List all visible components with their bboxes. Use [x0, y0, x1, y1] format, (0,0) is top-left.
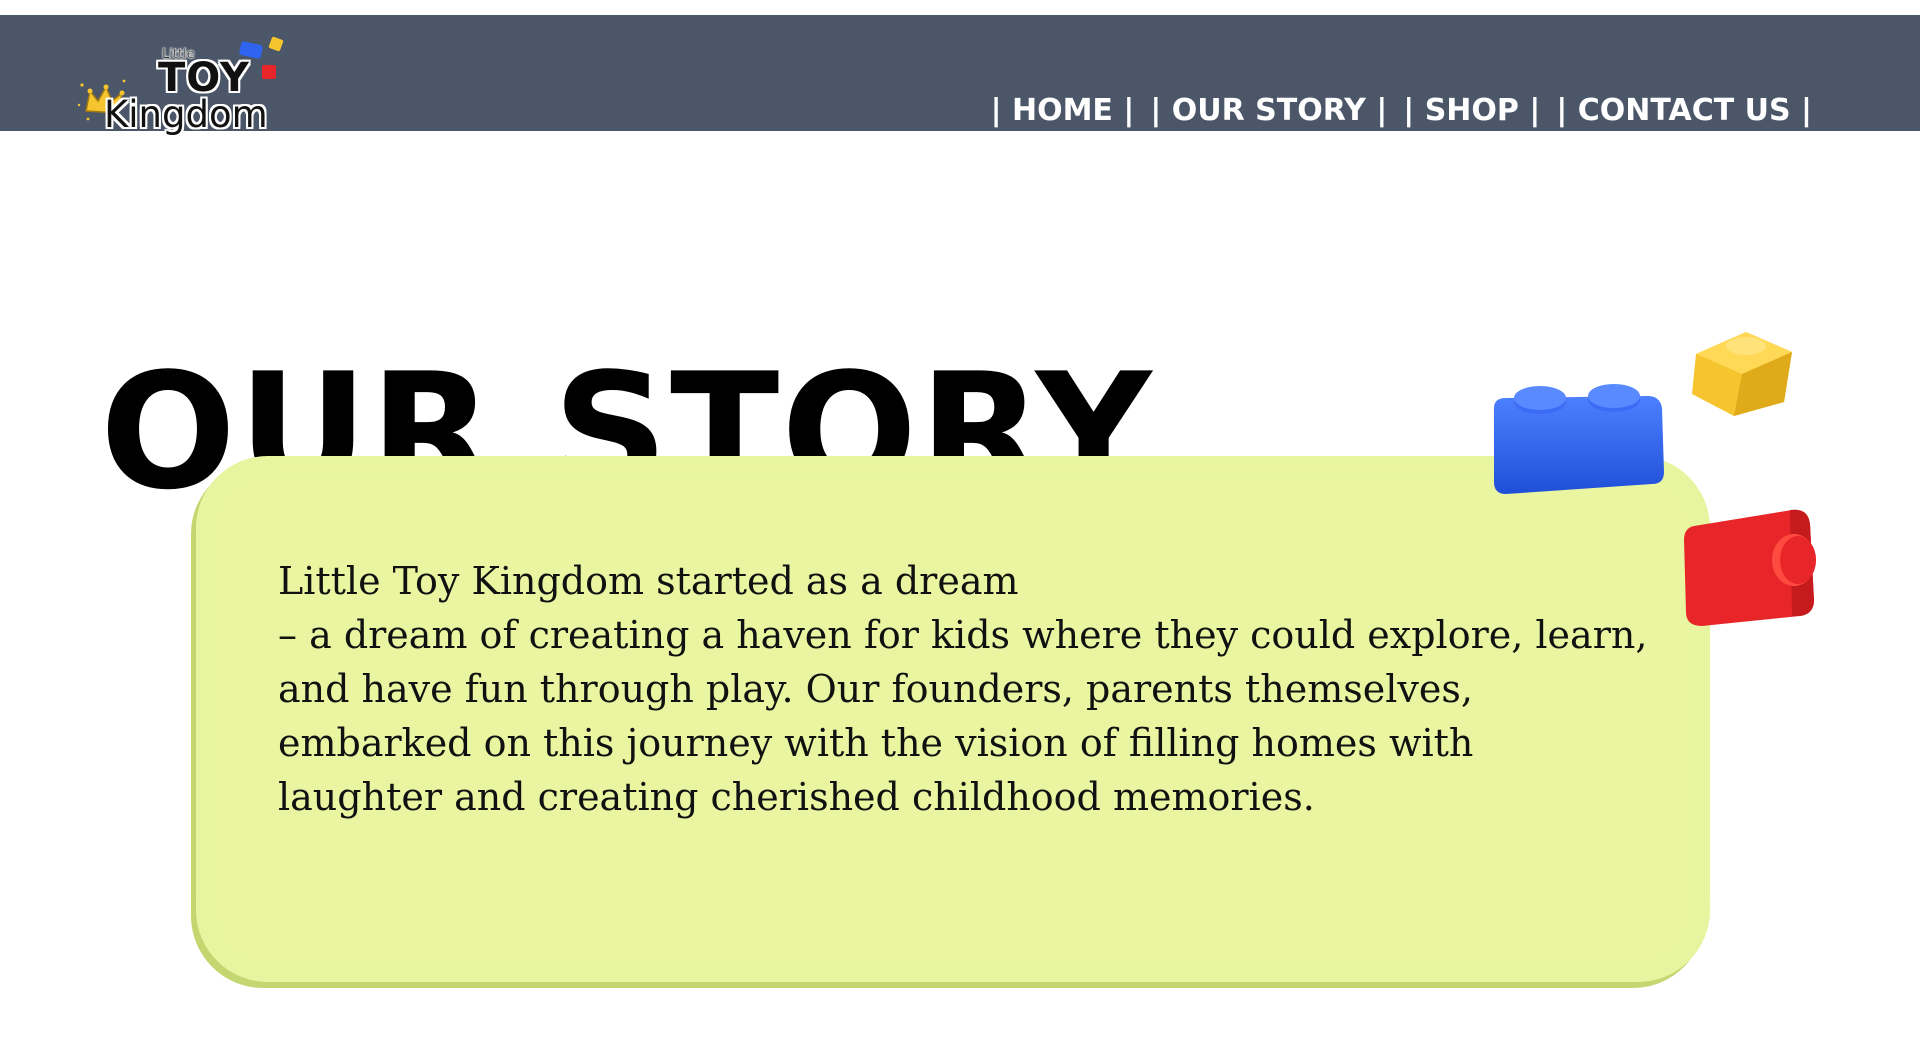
nav-contact-us[interactable]: | CONTACT US |: [1556, 93, 1812, 128]
site-logo[interactable]: Little TOY Kingdom: [66, 35, 291, 145]
red-brick-icon: [1684, 509, 1816, 626]
site-header: Little TOY Kingdom | HOME | | OUR STORY …: [0, 15, 1920, 136]
logo-kingdom-text: Kingdom: [104, 93, 268, 136]
page: Little TOY Kingdom | HOME | | OUR STORY …: [0, 0, 1920, 1063]
nav-shop[interactable]: | SHOP |: [1403, 93, 1540, 128]
main-nav: | HOME | | OUR STORY | | SHOP | | CONTAC…: [983, 93, 1820, 128]
yellow-brick-icon: [1692, 332, 1792, 416]
story-text: Little Toy Kingdom started as a dream – …: [278, 559, 1648, 819]
blue-brick-icon: [1494, 384, 1664, 494]
story-card: Little Toy Kingdom started as a dream – …: [196, 456, 1710, 982]
nav-our-story[interactable]: | OUR STORY |: [1150, 93, 1387, 128]
nav-home[interactable]: | HOME |: [991, 93, 1135, 128]
